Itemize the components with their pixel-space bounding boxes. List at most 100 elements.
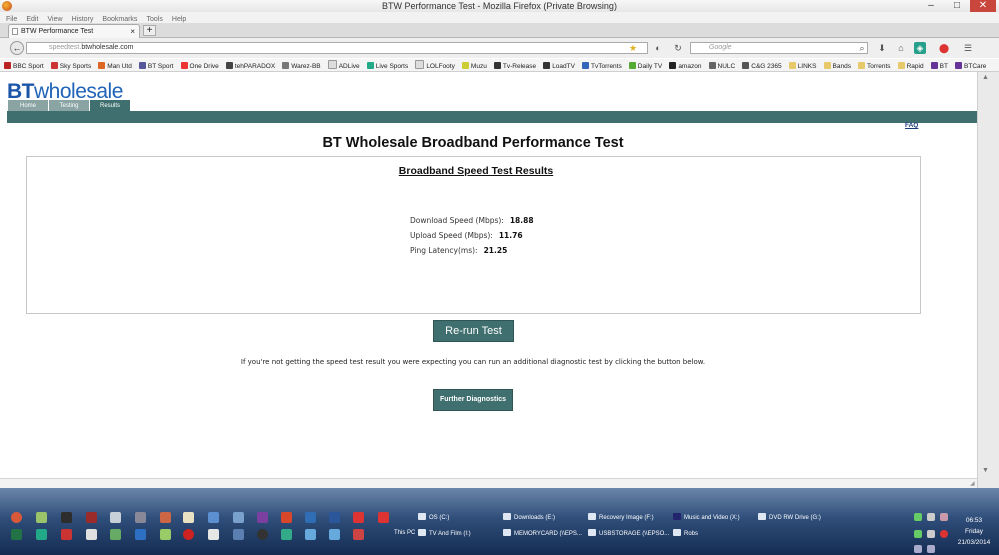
app-taskbar-icon[interactable]: [329, 529, 340, 540]
app-taskbar-icon[interactable]: [208, 512, 219, 523]
onenote-taskbar-icon[interactable]: [257, 512, 268, 523]
app-taskbar-icon[interactable]: [305, 529, 316, 540]
app-taskbar-icon[interactable]: [208, 529, 219, 540]
adblock-icon[interactable]: ⬤: [938, 42, 950, 54]
bookmark-item[interactable]: tehPARADOX: [225, 60, 275, 71]
tray-icon[interactable]: [927, 530, 935, 538]
app-taskbar-icon[interactable]: [378, 512, 389, 523]
scroll-down-icon[interactable]: ▼: [982, 467, 989, 474]
drive-dvd-rw-g[interactable]: DVD RW Drive (G:): [758, 513, 821, 523]
app-taskbar-icon[interactable]: [135, 512, 146, 523]
bookmark-folder[interactable]: Bands: [823, 60, 851, 71]
resize-grip-icon[interactable]: ◢: [970, 480, 976, 487]
app-taskbar-icon[interactable]: [183, 512, 194, 523]
drive-music-video-x[interactable]: Music and Video (X:): [673, 513, 740, 523]
bookmark-item[interactable]: Muzu: [461, 60, 487, 71]
bookmark-item[interactable]: Sky Sports: [50, 60, 91, 71]
bookmark-item[interactable]: amazon: [669, 60, 701, 71]
app-taskbar-icon[interactable]: [183, 529, 194, 540]
tray-icon[interactable]: [927, 513, 935, 521]
close-button[interactable]: ✕: [970, 0, 996, 12]
drive-usbstorage[interactable]: USBSTORAGE (\\EPSO...: [588, 529, 669, 539]
app-taskbar-icon[interactable]: [86, 529, 97, 540]
app-taskbar-icon[interactable]: [61, 529, 72, 540]
bookmark-item[interactable]: NULC: [708, 60, 735, 71]
network-icon[interactable]: [914, 545, 922, 553]
url-bar[interactable]: speedtest.btwholesale.com: [26, 42, 648, 54]
reload-icon[interactable]: ↻: [672, 42, 684, 54]
tray-icon[interactable]: [914, 530, 922, 538]
bookmark-item[interactable]: One Drive: [180, 60, 219, 71]
app-taskbar-icon[interactable]: [61, 512, 72, 523]
app-taskbar-icon[interactable]: [233, 529, 244, 540]
bookmark-item[interactable]: BBC Sport: [4, 60, 44, 71]
scroll-up-icon[interactable]: ▲: [982, 74, 989, 81]
app-taskbar-icon[interactable]: [281, 529, 292, 540]
tab-btw-performance-test[interactable]: BTW Performance Test ×: [8, 24, 140, 38]
addon-icon[interactable]: ◈: [914, 42, 926, 54]
tray-icon[interactable]: [940, 530, 948, 538]
outlook-taskbar-icon[interactable]: [305, 512, 316, 523]
bookmark-item[interactable]: TvTorrents: [582, 60, 622, 71]
app-taskbar-icon[interactable]: [160, 529, 171, 540]
vertical-scrollbar[interactable]: ▲ ▼: [977, 72, 999, 488]
folder-robs[interactable]: Robs: [673, 529, 698, 539]
drive-os-c[interactable]: OS (C:): [418, 513, 449, 523]
this-pc-link[interactable]: This PC: [394, 529, 415, 538]
history-icon[interactable]: ◐: [652, 42, 664, 54]
app-taskbar-icon[interactable]: [353, 529, 364, 540]
faq-link[interactable]: FAQ: [905, 122, 918, 129]
bookmark-item[interactable]: ADLive: [327, 60, 360, 71]
app-taskbar-icon[interactable]: [36, 529, 47, 540]
bookmark-item[interactable]: BTCare: [955, 60, 986, 71]
bookmark-item[interactable]: LoadTV: [543, 60, 575, 71]
tray-icon[interactable]: [914, 513, 922, 521]
bookmark-item[interactable]: LOLFooty: [415, 60, 455, 71]
drive-tv-film-i[interactable]: TV And Film (I:): [418, 529, 471, 539]
home-icon[interactable]: ⌂: [895, 42, 907, 54]
bookmark-folder[interactable]: Torrents: [858, 60, 891, 71]
app-taskbar-icon[interactable]: [233, 512, 244, 523]
app-taskbar-icon[interactable]: [160, 512, 171, 523]
drive-downloads-e[interactable]: Downloads (E:): [503, 513, 555, 523]
bookmark-item[interactable]: C&G 2365: [742, 60, 782, 71]
maximize-button[interactable]: □: [944, 0, 970, 12]
bookmark-item[interactable]: BT: [930, 60, 948, 71]
volume-icon[interactable]: [927, 545, 935, 553]
further-diagnostics-button[interactable]: Further Diagnostics: [433, 389, 513, 411]
bookmark-item[interactable]: Warez-BB: [282, 60, 321, 71]
app-taskbar-icon[interactable]: [110, 529, 121, 540]
app-taskbar-icon[interactable]: [257, 529, 268, 540]
taskbar-clock[interactable]: 06:53 Friday 21/03/2014: [950, 515, 998, 548]
bookmark-folder[interactable]: LINKS: [788, 60, 816, 71]
bookmark-item[interactable]: BT Sport: [138, 60, 173, 71]
powerpoint-taskbar-icon[interactable]: [281, 512, 292, 523]
bookmark-folder[interactable]: Rapid: [897, 60, 924, 71]
app-taskbar-icon[interactable]: [353, 512, 364, 523]
app-taskbar-icon[interactable]: [110, 512, 121, 523]
search-input[interactable]: Google: [690, 42, 868, 54]
bookmark-item[interactable]: Tv-Release: [493, 60, 536, 71]
drive-recovery-f[interactable]: Recovery Image (F:): [588, 513, 654, 523]
back-button[interactable]: ←: [10, 41, 24, 55]
bookmark-item[interactable]: Daily TV: [628, 60, 662, 71]
download-icon[interactable]: ⬇: [876, 42, 888, 54]
bookmark-item[interactable]: Man Utd: [98, 60, 132, 71]
menu-icon[interactable]: ☰: [962, 42, 974, 54]
app-taskbar-icon[interactable]: [36, 512, 47, 523]
rerun-test-button[interactable]: Re-run Test: [433, 320, 514, 342]
app-taskbar-icon[interactable]: [86, 512, 97, 523]
word-taskbar-icon[interactable]: [329, 512, 340, 523]
app-taskbar-icon[interactable]: [135, 529, 146, 540]
excel-taskbar-icon[interactable]: [11, 529, 22, 540]
bt-wholesale-logo[interactable]: BTwholesale: [7, 81, 123, 102]
firefox-taskbar-icon[interactable]: [11, 512, 22, 523]
tab-close-icon[interactable]: ×: [130, 25, 135, 38]
minimize-button[interactable]: –: [918, 0, 944, 12]
drive-memorycard[interactable]: MEMORYCARD (\\EPS...: [503, 529, 582, 539]
bookmark-star-icon[interactable]: ★: [627, 42, 639, 54]
new-tab-button[interactable]: +: [143, 25, 156, 36]
search-icon[interactable]: ⌕: [856, 42, 868, 54]
tray-icon[interactable]: [940, 513, 948, 521]
bookmark-item[interactable]: Live Sports: [366, 60, 408, 71]
